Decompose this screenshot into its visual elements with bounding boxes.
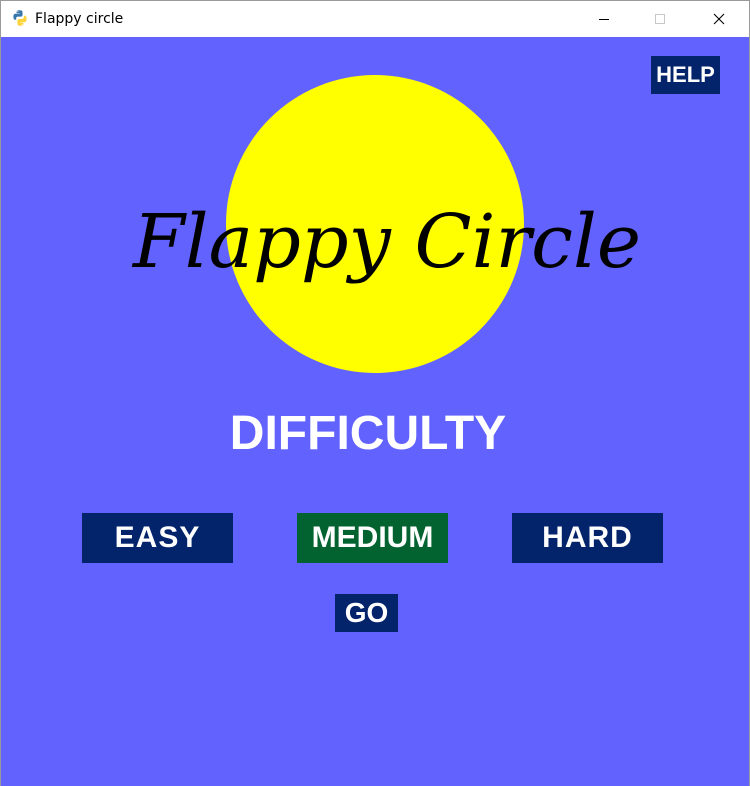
python-snake-icon bbox=[11, 9, 29, 27]
close-icon bbox=[713, 10, 725, 29]
game-logo: Flappy Circle bbox=[129, 187, 649, 297]
app-window: Flappy circle Flappy Circle HELP DIFFICU… bbox=[0, 0, 750, 786]
maximize-button[interactable] bbox=[637, 1, 683, 37]
medium-button[interactable]: MEDIUM bbox=[297, 513, 448, 563]
window-title: Flappy circle bbox=[35, 11, 124, 27]
close-button[interactable] bbox=[696, 1, 742, 37]
minimize-icon bbox=[598, 10, 610, 29]
go-button[interactable]: GO bbox=[335, 594, 398, 632]
minimize-button[interactable] bbox=[581, 1, 627, 37]
title-bar[interactable]: Flappy circle bbox=[1, 1, 749, 37]
easy-button[interactable]: EASY bbox=[82, 513, 233, 563]
game-canvas[interactable]: Flappy Circle HELP DIFFICULTY EASY MEDIU… bbox=[1, 37, 749, 786]
help-button[interactable]: HELP bbox=[651, 56, 720, 94]
difficulty-heading: DIFFICULTY bbox=[229, 407, 507, 460]
hard-button[interactable]: HARD bbox=[512, 513, 663, 563]
logo-text: Flappy Circle bbox=[131, 199, 641, 285]
maximize-icon bbox=[654, 10, 666, 29]
